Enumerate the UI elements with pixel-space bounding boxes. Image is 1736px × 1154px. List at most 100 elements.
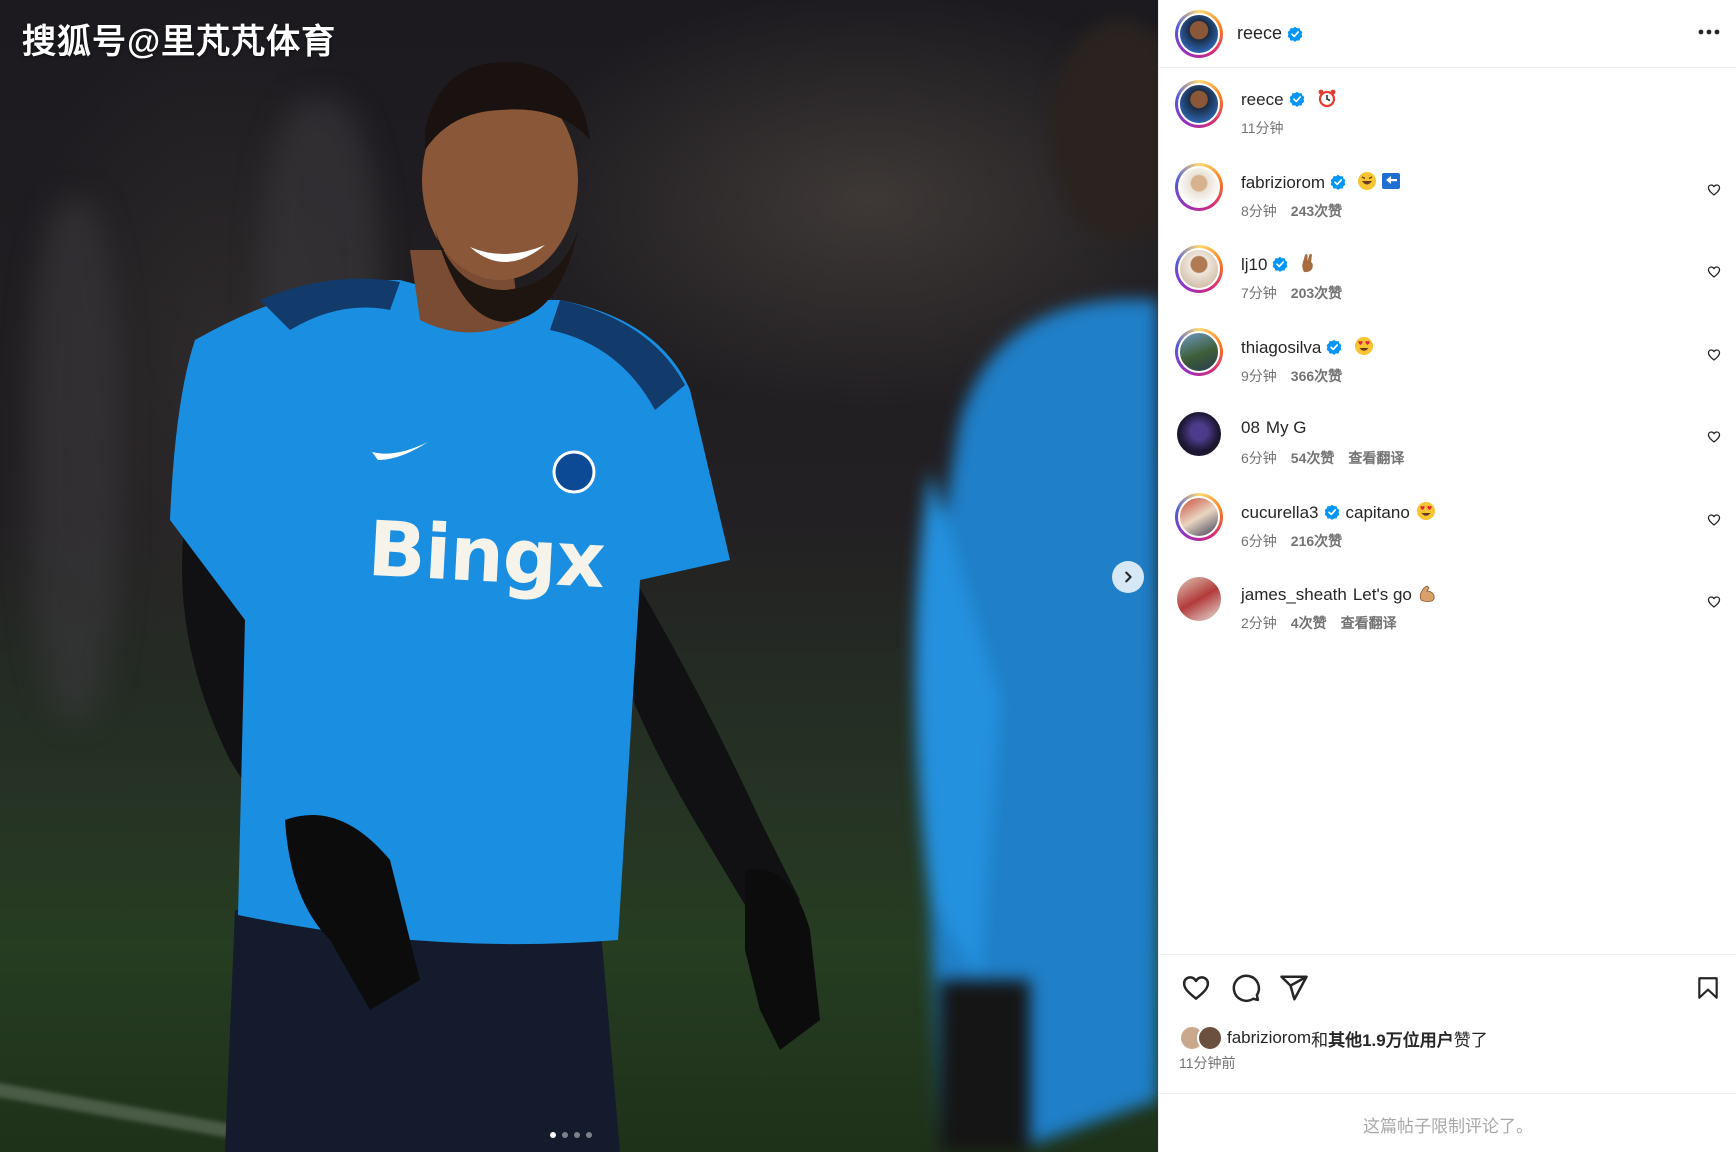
comment-row: james_sheath Let's go 2分钟 4次赞 查看翻译 [1159, 563, 1736, 646]
like-comment-heart-icon[interactable] [1707, 183, 1721, 197]
liker-avatars [1179, 1025, 1223, 1051]
alarm-clock-emoji [1317, 88, 1337, 113]
carousel-next-button[interactable] [1112, 561, 1144, 593]
verified-badge-icon [1327, 339, 1342, 355]
comment-username[interactable]: cucurella3 [1241, 503, 1319, 522]
comment-time[interactable]: 8分钟 [1241, 203, 1277, 219]
comment-meta: 8分钟 243次赞 [1241, 201, 1356, 221]
comment-meta: 6分钟 216次赞 [1241, 531, 1356, 551]
post-timestamp[interactable]: 11分钟前 [1179, 1053, 1236, 1073]
comment-username[interactable]: fabriziorom [1241, 173, 1325, 192]
comment-icon[interactable] [1231, 973, 1261, 1003]
comment-time[interactable]: 6分钟 [1241, 450, 1277, 466]
comment-body: reece [1241, 88, 1337, 113]
comment-meta: 2分钟 4次赞 查看翻译 [1241, 613, 1411, 633]
comment-body: 08 My G [1241, 418, 1307, 438]
commenter-avatar[interactable] [1175, 245, 1223, 293]
like-comment-heart-icon[interactable] [1707, 348, 1721, 362]
author-username[interactable]: reece [1237, 23, 1282, 44]
like-comment-heart-icon[interactable] [1707, 265, 1721, 279]
commenter-avatar[interactable] [1175, 327, 1223, 376]
chevron-right-icon [1125, 571, 1132, 583]
more-horizontal-icon [1698, 29, 1720, 35]
comment-row: 08 My G 6分钟 54次赞 查看翻译 [1159, 398, 1736, 481]
comment-likes[interactable]: 243次赞 [1291, 203, 1342, 219]
like-comment-heart-icon[interactable] [1707, 595, 1721, 609]
comment-likes[interactable]: 216次赞 [1291, 533, 1342, 549]
post-media[interactable]: Bingx 搜狐号@里芃芃体育 [0, 0, 1158, 1152]
heart-eyes-emoji [1354, 336, 1374, 361]
post-actions: fabriziorom 和其他1.9万位用户 赞了 11分钟前 这篇帖子限制评论了。 [1159, 954, 1736, 1153]
crossed-fingers-emoji [1300, 253, 1316, 278]
verified-badge-icon [1289, 91, 1304, 107]
bookmark-icon[interactable] [1695, 973, 1721, 1003]
like-comment-heart-icon[interactable] [1707, 513, 1721, 527]
post-header: reece [1159, 0, 1736, 68]
carousel-dot [574, 1132, 580, 1138]
comment-body: james_sheath Let's go [1241, 583, 1438, 608]
comment-row: fabriziorom 8分钟 243次赞 [1159, 151, 1736, 234]
commenter-avatar[interactable] [1175, 492, 1223, 541]
comment-row: lj10 7分钟 203次赞 [1159, 233, 1736, 316]
comment-list: reece 11分钟 fabriziorom 8分钟 243次赞 lj10 7分钟… [1159, 68, 1736, 646]
commenter-avatar[interactable] [1175, 80, 1223, 128]
liker-username[interactable]: fabriziorom [1227, 1028, 1311, 1048]
verified-badge-icon [1273, 256, 1288, 272]
comment-text: My G [1265, 418, 1307, 437]
verified-badge-icon [1287, 26, 1303, 42]
laughing-back-emoji [1358, 171, 1402, 196]
likes-others[interactable]: 其他1.9万位用户 [1328, 1026, 1454, 1051]
comment-likes[interactable]: 203次赞 [1291, 285, 1342, 301]
heart-icon[interactable] [1181, 973, 1211, 1003]
comment-row: thiagosilva 9分钟 366次赞 [1159, 316, 1736, 399]
comment-body: lj10 [1241, 253, 1316, 278]
comment-time[interactable]: 7分钟 [1241, 285, 1277, 301]
comment-text: Let's go [1352, 585, 1412, 604]
comment-likes[interactable]: 366次赞 [1291, 368, 1342, 384]
comment-likes[interactable]: 54次赞 [1291, 450, 1335, 466]
comment-row: reece 11分钟 [1159, 68, 1736, 151]
comment-time[interactable]: 2分钟 [1241, 615, 1277, 631]
likes-suffix: 赞了 [1453, 1030, 1488, 1050]
author-avatar[interactable] [1175, 9, 1223, 58]
see-translation-link[interactable]: 查看翻译 [1348, 450, 1404, 466]
carousel-dot [562, 1132, 568, 1138]
comment-meta: 7分钟 203次赞 [1241, 283, 1356, 303]
commenter-avatar[interactable] [1175, 162, 1223, 211]
comments-panel: reece reece 11分钟 fabriziorom 8分钟 243次赞 l… [1158, 0, 1736, 1152]
share-icon[interactable] [1279, 973, 1309, 1003]
shirt-sponsor: Bingx [365, 503, 607, 606]
comment-username[interactable]: 08 [1241, 418, 1260, 437]
comment-body: thiagosilva [1241, 336, 1374, 361]
carousel-dot [586, 1132, 592, 1138]
commenter-avatar[interactable] [1175, 575, 1223, 623]
comment-meta: 9分钟 366次赞 [1241, 366, 1356, 386]
comment-time[interactable]: 9分钟 [1241, 368, 1277, 384]
heart-eyes-emoji [1416, 501, 1436, 526]
carousel-indicator [550, 1132, 592, 1138]
comment-time[interactable]: 11分钟 [1241, 120, 1284, 136]
verified-badge-icon [1330, 174, 1346, 190]
more-options-button[interactable] [1695, 20, 1723, 44]
comment-username[interactable]: james_sheath [1241, 585, 1347, 604]
like-comment-heart-icon[interactable] [1707, 430, 1721, 444]
comment-body: fabriziorom [1241, 171, 1402, 196]
comment-username[interactable]: reece [1241, 90, 1284, 109]
comment-likes[interactable]: 4次赞 [1291, 615, 1327, 631]
comment-meta: 11分钟 [1241, 118, 1298, 138]
comment-time[interactable]: 6分钟 [1241, 533, 1277, 549]
flexed-biceps-emoji [1418, 583, 1438, 608]
watermark: 搜狐号@里芃芃体育 [22, 23, 337, 61]
likes-connector: 和 [1311, 1030, 1329, 1050]
comment-body: cucurella3 capitano [1241, 501, 1436, 526]
comments-limited-notice: 这篇帖子限制评论了。 [1159, 1093, 1736, 1154]
comment-username[interactable]: lj10 [1241, 255, 1267, 274]
comment-text: capitano [1345, 502, 1410, 522]
comment-row: cucurella3 capitano 6分钟 216次赞 [1159, 481, 1736, 564]
carousel-dot [550, 1132, 556, 1138]
comment-meta: 6分钟 54次赞 查看翻译 [1241, 448, 1418, 468]
likes-summary[interactable]: fabriziorom 和其他1.9万位用户 赞了 [1179, 1025, 1488, 1051]
comment-username[interactable]: thiagosilva [1241, 338, 1321, 357]
see-translation-link[interactable]: 查看翻译 [1341, 615, 1397, 631]
commenter-avatar[interactable] [1175, 410, 1223, 458]
